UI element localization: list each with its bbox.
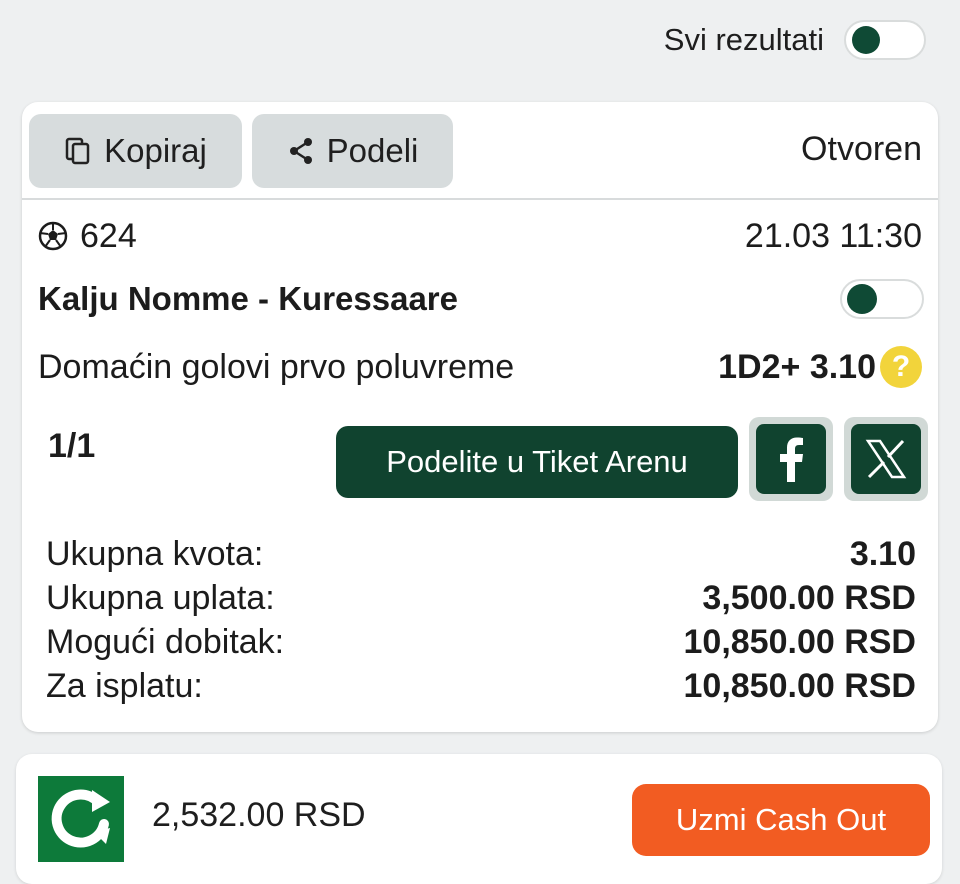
copy-button[interactable]: Kopiraj bbox=[29, 114, 242, 188]
share-label: Podeli bbox=[326, 132, 419, 169]
cashout-button[interactable]: Uzmi Cash Out bbox=[632, 784, 930, 856]
pick-odds: 1D2+ 3.10 bbox=[718, 347, 876, 386]
ticket-status: Otvoren bbox=[801, 130, 922, 168]
toggle-knob bbox=[852, 26, 880, 54]
event-info-row: 624 21.03 11:30 bbox=[38, 216, 922, 256]
match-name: Kalju Nomme - Kuressaare bbox=[38, 280, 458, 317]
possible-win-row: Mogući dobitak: 10,850.00 RSD bbox=[46, 620, 916, 664]
total-label: Mogući dobitak: bbox=[46, 622, 285, 661]
total-label: Ukupna kvota: bbox=[46, 534, 264, 573]
event-code: 624 bbox=[80, 216, 137, 255]
cashout-card: 2,532.00 RSD Uzmi Cash Out bbox=[16, 754, 942, 884]
share-arena-button[interactable]: Podelite u Tiket Arenu bbox=[336, 426, 738, 498]
all-results-label: Svi rezultati bbox=[663, 22, 824, 57]
ticket-count: 1/1 bbox=[48, 427, 96, 465]
match-toggle[interactable] bbox=[840, 279, 924, 319]
match-row: Kalju Nomme - Kuressaare bbox=[38, 274, 924, 324]
x-icon bbox=[865, 439, 907, 479]
total-label: Ukupna uplata: bbox=[46, 578, 275, 617]
all-results-toggle[interactable] bbox=[844, 20, 926, 60]
event-datetime: 21.03 11:30 bbox=[744, 216, 922, 255]
totals-list: Ukupna kvota: 3.10 Ukupna uplata: 3,500.… bbox=[46, 532, 916, 708]
copy-label: Kopiraj bbox=[104, 132, 207, 169]
market-row: Domaćin golovi prvo poluvreme 1D2+ 3.10 … bbox=[38, 342, 922, 392]
market-name: Domaćin golovi prvo poluvreme bbox=[38, 347, 515, 386]
cashout-amount: 2,532.00 RSD bbox=[152, 796, 366, 834]
share-icon bbox=[289, 138, 312, 164]
total-value: 10,850.00 RSD bbox=[683, 622, 917, 661]
facebook-icon bbox=[780, 437, 803, 482]
copy-icon bbox=[65, 137, 90, 165]
soccer-ball-icon bbox=[38, 221, 68, 251]
total-odds-row: Ukupna kvota: 3.10 bbox=[46, 532, 916, 576]
total-value: 3,500.00 RSD bbox=[702, 578, 916, 617]
toggle-knob bbox=[847, 284, 877, 314]
total-value: 10,850.00 RSD bbox=[683, 666, 917, 705]
total-label: Za isplatu: bbox=[46, 666, 203, 705]
share-button[interactable]: Podeli bbox=[252, 114, 453, 188]
help-icon[interactable]: ? bbox=[880, 346, 922, 388]
all-results-bar: Svi rezultati bbox=[664, 14, 926, 66]
payout-row: Za isplatu: 10,850.00 RSD bbox=[46, 664, 916, 708]
total-stake-row: Ukupna uplata: 3,500.00 RSD bbox=[46, 576, 916, 620]
x-button[interactable] bbox=[844, 417, 928, 501]
facebook-button[interactable] bbox=[749, 417, 833, 501]
ticket-card: Kopiraj Podeli Otvoren 624 21.03 11:30 K… bbox=[22, 102, 938, 732]
total-value: 3.10 bbox=[849, 534, 916, 573]
cashout-logo-icon bbox=[38, 776, 124, 862]
ticket-header: Kopiraj Podeli Otvoren bbox=[22, 102, 938, 200]
